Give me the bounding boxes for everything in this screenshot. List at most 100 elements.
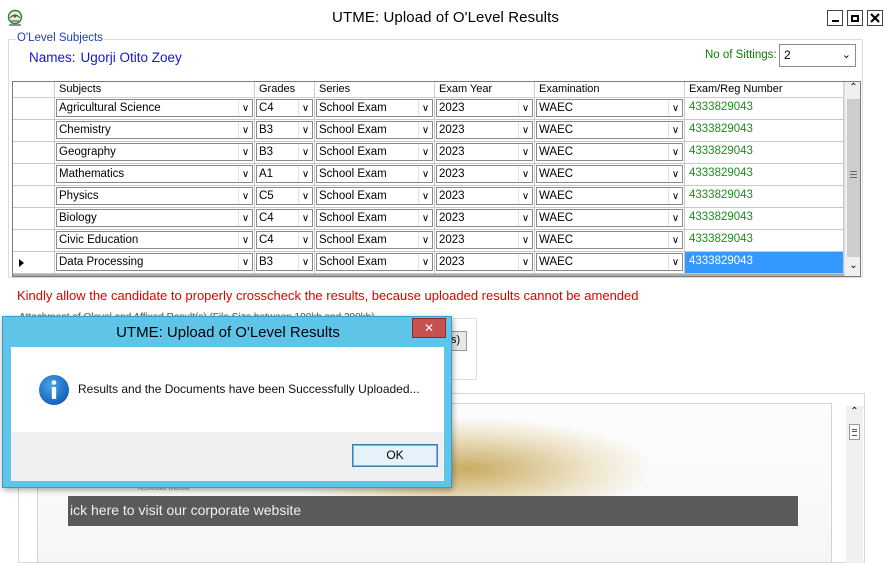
column-header-grades[interactable]: Grades (255, 82, 315, 98)
series-select[interactable]: School Exam ∨ (316, 121, 433, 139)
chevron-down-icon[interactable]: ∨ (668, 144, 682, 160)
grade-select[interactable]: C4 ∨ (256, 209, 313, 227)
table-row[interactable]: Agricultural Science ∨ C4 ∨ School Exam ∨ 2023… (13, 98, 844, 120)
maximize-button[interactable] (847, 10, 863, 26)
exam-year-select[interactable]: 2023 ∨ (436, 187, 533, 205)
chevron-down-icon[interactable]: ∨ (298, 144, 312, 160)
reg-number-cell[interactable]: 4333829043 (685, 164, 844, 186)
chevron-down-icon[interactable]: ∨ (418, 166, 432, 182)
exam-year-select[interactable]: 2023 ∨ (436, 209, 533, 227)
dialog-close-button[interactable]: ✕ (412, 318, 446, 338)
table-row[interactable]: Biology ∨ C4 ∨ School Exam ∨ 2023 ∨ WAEC ∨ 4333829… (13, 208, 844, 230)
grade-select[interactable]: C4 ∨ (256, 99, 313, 117)
chevron-down-icon[interactable]: ∨ (668, 232, 682, 248)
reg-number-cell[interactable]: 4333829043 (685, 252, 844, 274)
row-header[interactable] (13, 142, 55, 164)
reg-number-cell[interactable]: 4333829043 (685, 98, 844, 120)
scroll-up-icon[interactable]: ⌃ (845, 82, 860, 98)
chevron-down-icon[interactable]: ∨ (238, 122, 252, 138)
subject-select[interactable]: Agricultural Science ∨ (56, 99, 253, 117)
chevron-down-icon[interactable]: ∨ (418, 122, 432, 138)
grade-select[interactable]: B3 ∨ (256, 253, 313, 271)
series-select[interactable]: School Exam ∨ (316, 165, 433, 183)
reg-number-cell[interactable]: 4333829043 (685, 208, 844, 230)
minimize-button[interactable] (827, 10, 843, 26)
chevron-down-icon[interactable]: ∨ (418, 232, 432, 248)
chevron-down-icon[interactable]: ∨ (238, 100, 252, 116)
chevron-down-icon[interactable]: ∨ (418, 254, 432, 270)
column-header-exam-year[interactable]: Exam Year (435, 82, 535, 98)
chevron-down-icon[interactable]: ∨ (668, 188, 682, 204)
chevron-down-icon[interactable]: ∨ (238, 144, 252, 160)
subject-select[interactable]: Physics ∨ (56, 187, 253, 205)
table-row[interactable]: Geography ∨ B3 ∨ School Exam ∨ 2023 ∨ WAEC ∨ 43338… (13, 142, 844, 164)
grade-select[interactable]: C4 ∨ (256, 231, 313, 249)
grade-select[interactable]: A1 ∨ (256, 165, 313, 183)
chevron-down-icon[interactable]: ∨ (238, 188, 252, 204)
chevron-down-icon[interactable]: ∨ (238, 254, 252, 270)
corporate-website-link[interactable]: ick here to visit our corporate website (68, 496, 798, 526)
reg-number-cell[interactable]: 4333829043 (685, 230, 844, 252)
close-button[interactable] (867, 10, 883, 26)
chevron-down-icon[interactable]: ∨ (418, 188, 432, 204)
row-header[interactable] (13, 120, 55, 142)
exam-year-select[interactable]: 2023 ∨ (436, 253, 533, 271)
chevron-down-icon[interactable]: ∨ (668, 210, 682, 226)
examination-select[interactable]: WAEC ∨ (536, 165, 683, 183)
chevron-down-icon[interactable]: ∨ (298, 166, 312, 182)
chevron-down-icon[interactable]: ∨ (298, 122, 312, 138)
table-row[interactable]: Chemistry ∨ B3 ∨ School Exam ∨ 2023 ∨ WAEC ∨ 43338… (13, 120, 844, 142)
examination-select[interactable]: WAEC ∨ (536, 121, 683, 139)
grade-select[interactable]: B3 ∨ (256, 143, 313, 161)
exam-year-select[interactable]: 2023 ∨ (436, 99, 533, 117)
grade-select[interactable]: B3 ∨ (256, 121, 313, 139)
exam-year-select[interactable]: 2023 ∨ (436, 121, 533, 139)
scroll-thumb[interactable] (847, 99, 860, 257)
series-select[interactable]: School Exam ∨ (316, 99, 433, 117)
examination-select[interactable]: WAEC ∨ (536, 187, 683, 205)
series-select[interactable]: School Exam ∨ (316, 143, 433, 161)
series-select[interactable]: School Exam ∨ (316, 253, 433, 271)
chevron-down-icon[interactable]: ∨ (298, 100, 312, 116)
series-select[interactable]: School Exam ∨ (316, 187, 433, 205)
chevron-down-icon[interactable]: ∨ (238, 166, 252, 182)
row-header[interactable] (13, 164, 55, 186)
subject-select[interactable]: Data Processing ∨ (56, 253, 253, 271)
chevron-down-icon[interactable]: ∨ (298, 254, 312, 270)
reg-number-cell[interactable]: 4333829043 (685, 142, 844, 164)
table-row[interactable]: Mathematics ∨ A1 ∨ School Exam ∨ 2023 ∨ WAEC ∨ 433… (13, 164, 844, 186)
subject-select[interactable]: Biology ∨ (56, 209, 253, 227)
reg-number-cell[interactable]: 4333829043 (685, 120, 844, 142)
column-header-examination[interactable]: Examination (535, 82, 685, 98)
web-scrollbar[interactable]: ⌃ (846, 406, 863, 563)
examination-select[interactable]: WAEC ∨ (536, 231, 683, 249)
subject-select[interactable]: Geography ∨ (56, 143, 253, 161)
subject-select[interactable]: Chemistry ∨ (56, 121, 253, 139)
examination-select[interactable]: WAEC ∨ (536, 99, 683, 117)
exam-year-select[interactable]: 2023 ∨ (436, 231, 533, 249)
scroll-down-icon[interactable]: ⌄ (845, 260, 860, 276)
scroll-thumb[interactable] (849, 424, 860, 440)
row-header[interactable] (13, 208, 55, 230)
series-select[interactable]: School Exam ∨ (316, 231, 433, 249)
sittings-select[interactable]: 2 ⌄ (779, 44, 856, 67)
examination-select[interactable]: WAEC ∨ (536, 209, 683, 227)
chevron-down-icon[interactable]: ∨ (298, 210, 312, 226)
ok-button[interactable]: OK (352, 444, 438, 467)
chevron-down-icon[interactable]: ∨ (418, 100, 432, 116)
chevron-down-icon[interactable]: ∨ (298, 188, 312, 204)
row-header[interactable] (13, 98, 55, 120)
table-row[interactable]: Physics ∨ C5 ∨ School Exam ∨ 2023 ∨ WAEC ∨ 4333829… (13, 186, 844, 208)
series-select[interactable]: School Exam ∨ (316, 209, 433, 227)
examination-select[interactable]: WAEC ∨ (536, 253, 683, 271)
scroll-up-icon[interactable]: ⌃ (846, 406, 863, 422)
column-header-reg-number[interactable]: Exam/Reg Number (685, 82, 844, 98)
chevron-down-icon[interactable]: ∨ (298, 232, 312, 248)
chevron-down-icon[interactable]: ∨ (518, 210, 532, 226)
chevron-down-icon[interactable]: ∨ (518, 100, 532, 116)
table-row[interactable]: Data Processing ∨ B3 ∨ School Exam ∨ 2023 ∨ WAEC… (13, 252, 844, 274)
grade-select[interactable]: C5 ∨ (256, 187, 313, 205)
subject-select[interactable]: Mathematics ∨ (56, 165, 253, 183)
chevron-down-icon[interactable]: ∨ (668, 100, 682, 116)
exam-year-select[interactable]: 2023 ∨ (436, 143, 533, 161)
